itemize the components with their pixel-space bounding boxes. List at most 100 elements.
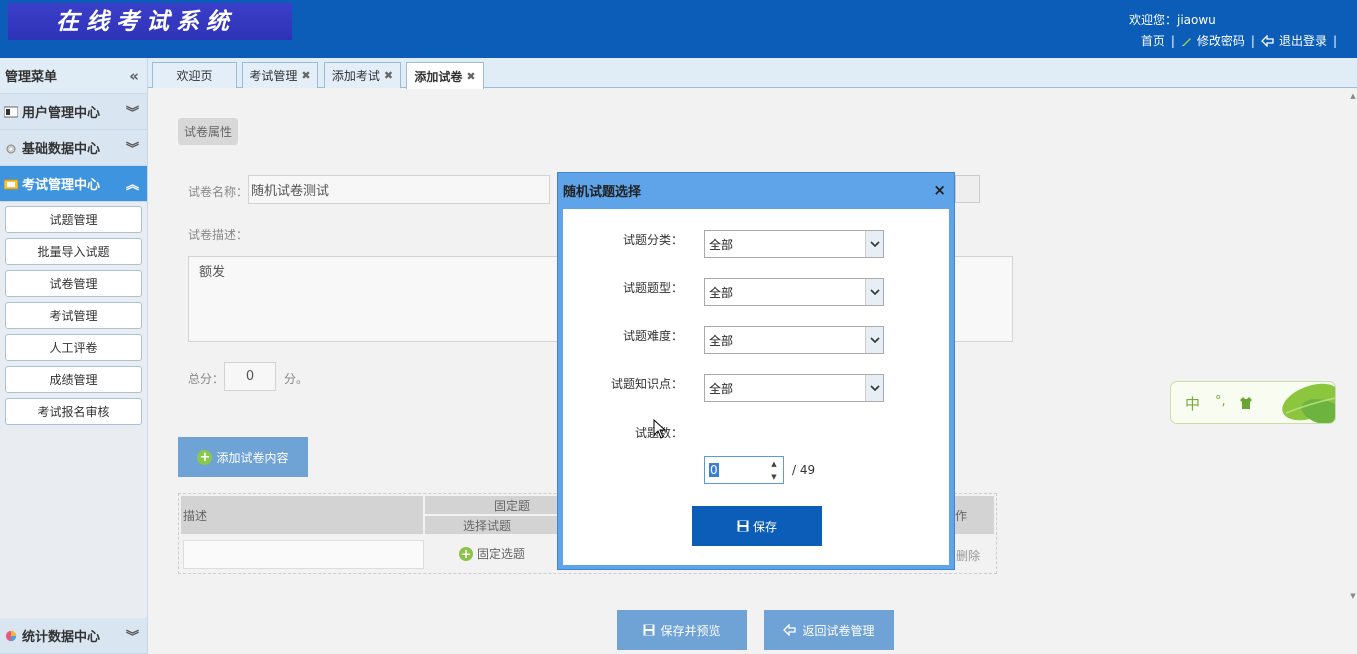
folder-icon [4, 179, 18, 189]
column-select-question: 选择试题 [425, 516, 559, 534]
question-category-select[interactable]: 全部 [704, 230, 884, 258]
skin-shirt-icon[interactable] [1239, 396, 1253, 410]
change-password-link[interactable]: 修改密码 [1181, 32, 1245, 49]
tab-exam-manage[interactable]: 考试管理 ✖ [242, 62, 318, 88]
scroll-up-icon[interactable]: ▲ [1349, 92, 1357, 100]
vertical-scrollbar[interactable]: ▲ ▼ [1349, 89, 1357, 654]
hidden-select-chevron[interactable] [955, 175, 980, 203]
pie-chart-icon [5, 630, 17, 641]
close-tab-icon[interactable]: ✖ [466, 70, 475, 83]
question-count-label: 试题数： [583, 424, 683, 441]
question-type-select[interactable]: 全部 [704, 278, 884, 306]
paper-desc-value: 额发 [199, 265, 226, 280]
dialog-titlebar: 随机试题选择 × [558, 173, 954, 207]
column-fixed: 固定题 [425, 496, 559, 514]
sidebar-category-statistics[interactable]: 统计数据中心 ︾ [0, 618, 147, 654]
tab-add-exam[interactable]: 添加考试 ✖ [324, 62, 401, 88]
section-paper-properties: 试卷属性 [178, 118, 238, 145]
dialog-title: 随机试题选择 [563, 184, 642, 200]
fixed-pick-button[interactable]: + 固定选题 [459, 545, 525, 562]
logout-arrow-icon [1261, 34, 1274, 47]
random-question-dialog: 随机试题选择 × 试题分类： 全部 试题题型： 全部 试题难度： 全部 试题知识… [557, 172, 955, 570]
question-category-label: 试题分类： [622, 233, 683, 247]
sidebar-item-question-manage[interactable]: 试题管理 [5, 206, 142, 233]
sidebar-category-label: 统计数据中心 [22, 630, 101, 645]
change-password-label: 修改密码 [1196, 34, 1245, 48]
sidebar-category-exam[interactable]: 考试管理中心 ︽ [0, 166, 147, 202]
sidebar-category-user[interactable]: 用户管理中心 ︾ [0, 94, 147, 130]
total-score-label: 总分： [188, 372, 225, 386]
description-cell-input[interactable] [183, 540, 424, 569]
save-disk-icon [737, 520, 749, 532]
exam-submenu: 试题管理 批量导入试题 试卷管理 考试管理 人工评卷 成绩管理 考试报名审核 [0, 202, 147, 434]
collapse-chevron-icon: ︽ [125, 178, 139, 193]
knowledge-point-label: 试题知识点： [610, 377, 683, 391]
mouse-cursor-icon [653, 419, 667, 439]
question-type-label: 试题题型： [622, 281, 683, 295]
ime-punctuation-mode[interactable]: °, [1215, 394, 1226, 409]
dialog-save-button[interactable]: 保存 [692, 506, 822, 546]
plus-icon: + [197, 449, 213, 465]
tab-label: 添加考试 [331, 69, 380, 83]
close-tab-icon[interactable]: ✖ [384, 69, 393, 82]
sidebar-item-batch-import[interactable]: 批量导入试题 [5, 238, 142, 265]
question-difficulty-select[interactable]: 全部 [704, 326, 884, 354]
divider: | [1332, 33, 1337, 48]
question-count-value: 0 [709, 463, 719, 477]
logout-link[interactable]: 退出登录 [1261, 32, 1327, 49]
sidebar-item-manual-grading[interactable]: 人工评卷 [5, 334, 142, 361]
stepper-down-icon[interactable]: ▼ [771, 473, 776, 481]
delete-link[interactable]: 删除 [956, 547, 980, 564]
ime-chinese-mode[interactable]: 中 [1185, 393, 1200, 414]
back-to-paper-manage-button[interactable]: 返回试卷管理 [764, 610, 894, 650]
close-tab-icon[interactable]: ✖ [301, 69, 310, 82]
select-value: 全部 [709, 285, 734, 300]
expand-chevron-icon: ︾ [125, 630, 139, 645]
leaf-decoration-icon [1282, 383, 1335, 423]
save-and-preview-label: 保存并预览 [660, 623, 721, 638]
fixed-pick-label: 固定选题 [477, 547, 526, 561]
top-header: 在线考试系统 欢迎您：jiaowu 首页 | 修改密码 | 退出登录 | [0, 0, 1357, 58]
ime-toolbar[interactable]: 中 °, [1170, 381, 1336, 424]
pencil-icon [1181, 37, 1191, 46]
sidebar-item-exam-manage[interactable]: 考试管理 [5, 302, 142, 329]
tab-bar: 欢迎页 考试管理 ✖ 添加考试 ✖ 添加试卷 ✖ [148, 58, 1357, 89]
logout-label: 退出登录 [1278, 34, 1327, 48]
system-logo: 在线考试系统 [8, 3, 292, 40]
stepper-arrows[interactable]: ▲ ▼ [765, 457, 783, 483]
column-description: 描述 [181, 496, 423, 534]
sidebar-item-paper-manage[interactable]: 试卷管理 [5, 270, 142, 297]
back-arrow-icon [783, 624, 797, 636]
total-score-input[interactable]: 0 [224, 362, 276, 391]
stepper-up-icon[interactable]: ▲ [771, 460, 776, 468]
add-paper-content-label: 添加试卷内容 [216, 450, 289, 465]
add-paper-content-button[interactable]: + 添加试卷内容 [178, 437, 308, 477]
chevron-down-icon [865, 375, 883, 401]
sidebar-item-registration-review[interactable]: 考试报名审核 [5, 398, 142, 425]
save-disk-icon [643, 624, 655, 636]
sidebar: 管理菜单 « 用户管理中心 ︾ 基础数据中心 ︾ 考试管理中心 ︽ 试题管理 批… [0, 58, 148, 654]
close-icon[interactable]: × [933, 181, 946, 199]
dialog-save-label: 保存 [752, 519, 777, 534]
collapse-sidebar-icon[interactable]: « [129, 67, 139, 85]
scroll-down-icon[interactable]: ▼ [1349, 592, 1357, 600]
tab-welcome[interactable]: 欢迎页 [152, 62, 237, 88]
welcome-text: 欢迎您：jiaowu [1129, 13, 1216, 27]
plus-icon: + [459, 546, 473, 561]
home-link[interactable]: 首页 [1141, 32, 1165, 49]
divider: | [1250, 33, 1255, 48]
question-count-stepper[interactable]: 0 ▲ ▼ [704, 456, 784, 484]
sidebar-category-basic-data[interactable]: 基础数据中心 ︾ [0, 130, 147, 166]
save-and-preview-button[interactable]: 保存并预览 [617, 610, 747, 650]
knowledge-point-select[interactable]: 全部 [704, 374, 884, 402]
chevron-down-icon [865, 327, 883, 353]
tab-label: 添加试卷 [414, 69, 463, 84]
sidebar-item-score-manage[interactable]: 成绩管理 [5, 366, 142, 393]
select-value: 全部 [709, 333, 734, 348]
paper-desc-label: 试卷描述： [188, 228, 249, 242]
expand-chevron-icon: ︾ [125, 106, 139, 121]
tab-add-paper[interactable]: 添加试卷 ✖ [406, 62, 484, 89]
divider: | [1170, 33, 1175, 48]
paper-name-input[interactable]: 随机试卷测试 [248, 175, 550, 204]
user-card-icon [4, 106, 18, 117]
